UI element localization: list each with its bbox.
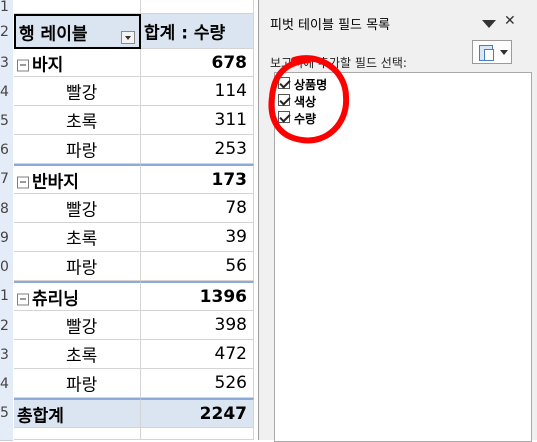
group-label-text: 반바지: [32, 172, 79, 192]
sum-quantity-header[interactable]: 합계 : 수량: [141, 14, 254, 49]
field-label: 상품명: [294, 78, 328, 92]
collapse-icon[interactable]: [17, 293, 29, 305]
item-label-text: 빨강: [66, 317, 98, 338]
close-icon[interactable]: ✕: [504, 13, 516, 29]
item-value-text: 472: [214, 344, 247, 364]
row-header[interactable]: 8: [0, 194, 13, 224]
collapse-icon[interactable]: [17, 59, 29, 71]
row-header[interactable]: 5: [0, 106, 13, 136]
chevron-down-icon: [500, 50, 508, 55]
item-label-text: 빨강: [66, 200, 98, 221]
row-header[interactable]: 1: [0, 281, 13, 312]
cell[interactable]: [14, 428, 141, 440]
group-label-text: 바지: [32, 55, 64, 75]
item-label[interactable]: 빨강: [14, 194, 141, 223]
group-value-text: 1396: [199, 286, 247, 307]
checkbox-checked[interactable]: [278, 77, 290, 89]
row-header[interactable]: [0, 428, 13, 441]
item-label-text: 초록: [66, 112, 98, 133]
item-value-text: 526: [214, 373, 247, 393]
item-label-text: 빨강: [66, 83, 98, 104]
grand-total-value[interactable]: 2247: [141, 398, 254, 428]
row-header[interactable]: 2: [0, 311, 13, 341]
item-value-text: 78: [225, 198, 247, 218]
checkbox-checked[interactable]: [278, 94, 290, 106]
field-select-instruction: 보고서에 추가할 필드 선택:: [270, 56, 407, 70]
group-value[interactable]: 173: [141, 164, 254, 194]
item-label[interactable]: 빨강: [14, 77, 141, 106]
collapse-icon[interactable]: [17, 176, 29, 188]
group-value-text: 173: [211, 169, 248, 190]
item-label[interactable]: 파랑: [14, 252, 141, 281]
grand-total-value-text: 2247: [199, 403, 247, 424]
item-value-text: 39: [225, 227, 247, 247]
item-label[interactable]: 파랑: [14, 135, 141, 164]
row-header[interactable]: 4: [0, 77, 13, 107]
item-label-text: 파랑: [66, 375, 98, 396]
group-label-tracksuit[interactable]: 츄리닝: [14, 281, 141, 311]
item-label[interactable]: 초록: [14, 223, 141, 252]
row-header[interactable]: 2: [0, 14, 13, 50]
cell[interactable]: [14, 0, 141, 14]
grand-total-label[interactable]: 총합계: [14, 398, 141, 428]
item-label[interactable]: 초록: [14, 106, 141, 135]
row-header[interactable]: 7: [0, 164, 13, 195]
row-header[interactable]: 0: [0, 252, 13, 282]
group-label-pants[interactable]: 바지: [14, 49, 141, 77]
pane-options-dropdown-icon[interactable]: [482, 20, 496, 28]
checkbox-checked[interactable]: [278, 111, 290, 123]
field-label: 수량: [294, 112, 317, 126]
item-value-text: 311: [214, 110, 247, 130]
item-value-text: 114: [214, 81, 247, 101]
item-value[interactable]: 39: [141, 223, 254, 252]
item-value[interactable]: 253: [141, 135, 254, 164]
item-label-text: 파랑: [66, 141, 98, 162]
cell[interactable]: [141, 0, 254, 14]
item-label[interactable]: 초록: [14, 340, 141, 369]
row-header[interactable]: 1: [0, 0, 13, 15]
row-header[interactable]: 9: [0, 223, 13, 253]
group-value[interactable]: 678: [141, 49, 254, 77]
row-header[interactable]: 6: [0, 135, 13, 165]
layout-icon-overlay: [484, 49, 494, 61]
group-value[interactable]: 1396: [141, 281, 254, 311]
row-labels-header[interactable]: 행 레이블: [14, 14, 141, 49]
pivot-field-list-pane: 피벗 테이블 필드 목록 ✕ 보고서에 추가할 필드 선택: 상품명 색상 수량: [258, 0, 537, 442]
row-labels-text: 행 레이블: [19, 24, 88, 44]
cell[interactable]: [141, 428, 254, 440]
item-value[interactable]: 56: [141, 252, 254, 281]
row-header[interactable]: 3: [0, 49, 13, 78]
sum-quantity-text: 합계 : 수량: [144, 23, 226, 44]
item-value[interactable]: 114: [141, 77, 254, 106]
filter-dropdown-icon[interactable]: [121, 31, 135, 44]
item-label-text: 초록: [66, 346, 98, 367]
item-label[interactable]: 파랑: [14, 369, 141, 398]
row-header[interactable]: 4: [0, 369, 13, 399]
field-layout-button[interactable]: [472, 40, 512, 64]
item-value-text: 56: [225, 256, 247, 276]
item-label[interactable]: 빨강: [14, 311, 141, 340]
item-value[interactable]: 398: [141, 311, 254, 340]
group-value-text: 678: [211, 52, 248, 73]
item-value[interactable]: 472: [141, 340, 254, 369]
field-list: 상품명 색상 수량: [274, 72, 532, 442]
item-label-text: 초록: [66, 229, 98, 250]
item-value-text: 398: [214, 315, 247, 335]
item-value[interactable]: 311: [141, 106, 254, 135]
group-label-shorts[interactable]: 반바지: [14, 164, 141, 194]
group-label-text: 츄리닝: [32, 289, 79, 309]
row-header[interactable]: 3: [0, 340, 13, 370]
row-header[interactable]: 5: [0, 398, 13, 429]
grand-total-text: 총합계: [17, 406, 64, 426]
item-value-text: 253: [214, 139, 247, 159]
item-label-text: 파랑: [66, 258, 98, 279]
item-value[interactable]: 526: [141, 369, 254, 398]
item-value[interactable]: 78: [141, 194, 254, 223]
pane-title: 피벗 테이블 필드 목록: [270, 18, 391, 33]
field-label: 색상: [294, 95, 317, 109]
